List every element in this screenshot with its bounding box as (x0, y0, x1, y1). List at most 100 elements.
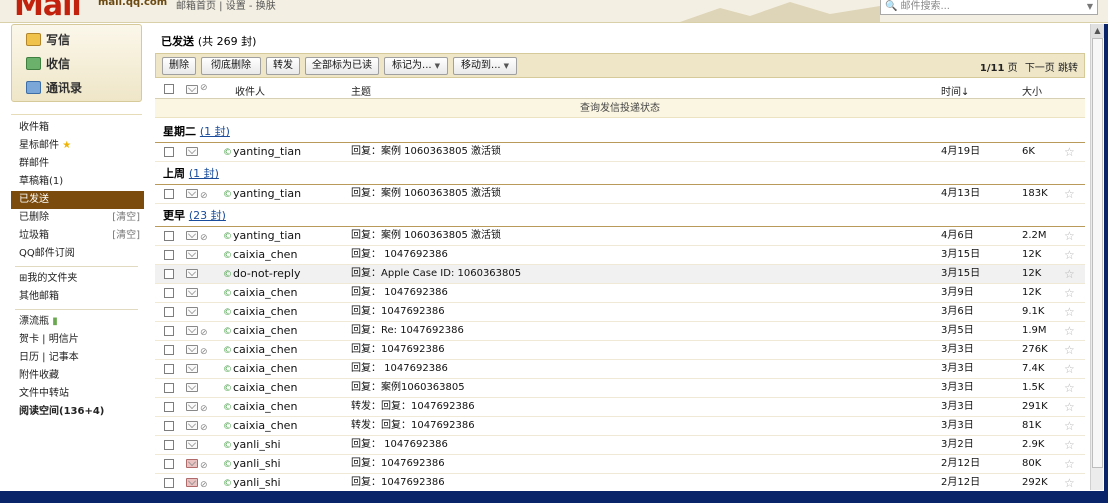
sidebar-item-starred[interactable]: 星标邮件 ★ (15, 137, 142, 155)
row-checkbox[interactable] (164, 269, 174, 279)
table-row[interactable]: ⊘ ©caixia_chen 回复：1047692386 3月3日 276K ☆ (155, 341, 1085, 360)
table-row[interactable]: ⊘ ©caixia_chen 回复：Re: 1047692386 3月5日 1.… (155, 322, 1085, 341)
row-checkbox[interactable] (164, 440, 174, 450)
sidebar-item-inbox[interactable]: 收件箱 (15, 119, 142, 137)
sidebar-item-file-transfer[interactable]: 文件中转站 (15, 385, 142, 403)
row-checkbox[interactable] (164, 364, 174, 374)
search-input[interactable]: 🔍 邮件搜索... ▼ (880, 0, 1098, 15)
chevron-down-icon[interactable]: ▼ (1087, 0, 1093, 14)
column-recipient[interactable]: 收件人 (235, 83, 265, 98)
row-checkbox[interactable] (164, 231, 174, 241)
table-row[interactable]: ©caixia_chen 回复： 1047692386 3月15日 12K ☆ (155, 246, 1085, 265)
skin-link[interactable]: 换肤 (256, 1, 276, 12)
column-size[interactable]: 大小 (1022, 83, 1042, 98)
delete-button[interactable]: 删除 (162, 57, 196, 75)
vertical-scrollbar[interactable]: ▲ (1090, 24, 1104, 490)
subject: 回复：Apple Case ID: 1060363805 (351, 268, 522, 279)
row-checkbox[interactable] (164, 326, 174, 336)
table-row[interactable]: ⊘ ©yanting_tian 回复：案例 1060363805 激活锁 4月6… (155, 227, 1085, 246)
sidebar-item-label: 其他邮箱 (19, 291, 59, 302)
row-checkbox[interactable] (164, 421, 174, 431)
sidebar-item-reading-space[interactable]: 阅读空间(136+4) (15, 403, 142, 421)
star-icon[interactable]: ☆ (1064, 398, 1075, 416)
jump-link[interactable]: 跳转 (1058, 63, 1078, 74)
scrollbar-thumb[interactable] (1092, 38, 1103, 468)
logo[interactable]: Mail (14, 0, 82, 22)
mail-home-link[interactable]: 邮箱首页 (176, 1, 216, 12)
table-row[interactable]: ©caixia_chen 回复：1047692386 3月6日 9.1K ☆ (155, 303, 1085, 322)
delete-permanently-button[interactable]: 彻底删除 (201, 57, 261, 75)
star-icon[interactable]: ☆ (1064, 143, 1075, 161)
table-row[interactable]: ⊘ ©yanli_shi 回复：1047692386 2月12日 80K ☆ (155, 455, 1085, 474)
row-checkbox[interactable] (164, 147, 174, 157)
sidebar-item-cards[interactable]: 贺卡 | 明信片 (15, 331, 142, 349)
scroll-up-icon[interactable]: ▲ (1091, 24, 1104, 38)
star-icon[interactable]: ☆ (1064, 455, 1075, 473)
sidebar-item-drift-bottle[interactable]: 漂流瓶 ▮ (15, 313, 142, 331)
star-icon[interactable]: ☆ (1064, 246, 1075, 264)
contacts-button[interactable]: 通讯录 (26, 79, 82, 96)
row-checkbox[interactable] (164, 307, 174, 317)
envelope-icon (186, 147, 198, 156)
group-count-link[interactable]: (1 封) (189, 167, 219, 180)
table-row[interactable]: ©do-not-reply 回复：Apple Case ID: 10603638… (155, 265, 1085, 284)
sidebar-item-attachments[interactable]: 附件收藏 (15, 367, 142, 385)
table-row[interactable]: ⊘ ©caixia_chen 转发：回复：1047692386 3月3日 291… (155, 398, 1085, 417)
compose-button[interactable]: 写信 (26, 31, 70, 48)
star-icon[interactable]: ☆ (1064, 360, 1075, 378)
star-icon[interactable]: ☆ (1064, 303, 1075, 321)
row-checkbox[interactable] (164, 459, 174, 469)
table-row[interactable]: ⊘ ©caixia_chen 转发：回复：1047692386 3月3日 81K… (155, 417, 1085, 436)
star-icon[interactable]: ☆ (1064, 341, 1075, 359)
table-row[interactable]: ©caixia_chen 回复： 1047692386 3月9日 12K ☆ (155, 284, 1085, 303)
sidebar-item-my-folders[interactable]: ⊞我的文件夹 (15, 270, 142, 288)
table-row[interactable]: ©yanting_tian 回复：案例 1060363805 激活锁 4月19日… (155, 143, 1085, 162)
row-checkbox[interactable] (164, 383, 174, 393)
table-row[interactable]: ©caixia_chen 回复： 1047692386 3月3日 7.4K ☆ (155, 360, 1085, 379)
sidebar-item-spam[interactable]: 垃圾箱 [清空] (15, 227, 142, 245)
select-all-checkbox[interactable] (164, 84, 174, 94)
row-checkbox[interactable] (164, 478, 174, 488)
star-icon[interactable]: ☆ (1064, 185, 1075, 203)
row-checkbox[interactable] (164, 288, 174, 298)
star-icon[interactable]: ☆ (1064, 436, 1075, 454)
star-icon[interactable]: ☆ (1064, 284, 1075, 302)
settings-link[interactable]: 设置 (226, 1, 246, 12)
sidebar-item-drafts[interactable]: 草稿箱(1) (15, 173, 142, 191)
row-checkbox[interactable] (164, 250, 174, 260)
empty-deleted-link[interactable]: [清空] (112, 209, 140, 227)
sidebar-item-group-mail[interactable]: 群邮件 (15, 155, 142, 173)
star-icon[interactable]: ☆ (1064, 265, 1075, 283)
sidebar-item-deleted[interactable]: 已删除 [清空] (15, 209, 142, 227)
star-icon[interactable]: ☆ (1064, 227, 1075, 245)
date-group-header: 上周 (1 封) (155, 164, 1085, 185)
empty-spam-link[interactable]: [清空] (112, 227, 140, 245)
star-icon[interactable]: ☆ (1064, 417, 1075, 435)
row-checkbox[interactable] (164, 345, 174, 355)
receive-button[interactable]: 收信 (26, 55, 70, 72)
row-checkbox[interactable] (164, 189, 174, 199)
column-subject[interactable]: 主题 (351, 83, 371, 98)
table-row[interactable]: ©caixia_chen 回复：案例1060363805 3月3日 1.5K ☆ (155, 379, 1085, 398)
star-icon[interactable]: ☆ (1064, 379, 1075, 397)
size: 7.4K (1022, 363, 1045, 374)
column-time[interactable]: 时间↓ (941, 83, 969, 98)
table-header: ⊘ 收件人 主题 时间↓ 大小 (155, 79, 1085, 99)
group-count-link[interactable]: (23 封) (189, 209, 226, 222)
move-to-dropdown[interactable]: 移动到... ▼ (453, 57, 517, 75)
forward-button[interactable]: 转发 (266, 57, 300, 75)
mark-as-dropdown[interactable]: 标记为... ▼ (384, 57, 448, 75)
star-icon[interactable]: ☆ (1064, 474, 1075, 492)
group-count-link[interactable]: (1 封) (200, 125, 230, 138)
sidebar-item-qq-subscriptions[interactable]: QQ邮件订阅 (15, 245, 142, 263)
star-icon[interactable]: ☆ (1064, 322, 1075, 340)
sidebar-item-calendar[interactable]: 日历 | 记事本 (15, 349, 142, 367)
table-row[interactable]: ⊘ ©yanting_tian 回复：案例 1060363805 激活锁 4月1… (155, 185, 1085, 204)
table-row[interactable]: ©yanli_shi 回复： 1047692386 3月2日 2.9K ☆ (155, 436, 1085, 455)
next-page-link[interactable]: 下一页 (1025, 63, 1055, 74)
row-checkbox[interactable] (164, 402, 174, 412)
mark-all-read-button[interactable]: 全部标为已读 (305, 57, 379, 75)
delivery-status-link[interactable]: 查询发信投递状态 (155, 99, 1085, 118)
sidebar-item-sent[interactable]: 已发送 (11, 191, 144, 209)
sidebar-item-other-mailboxes[interactable]: 其他邮箱 (15, 288, 142, 306)
